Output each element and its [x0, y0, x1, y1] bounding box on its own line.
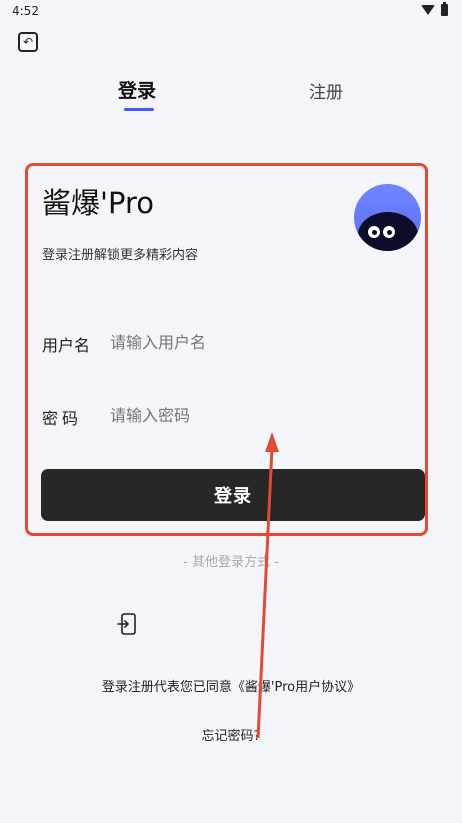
battery-icon	[441, 2, 448, 16]
back-icon[interactable]: ↶	[18, 32, 38, 52]
active-tab-indicator	[124, 108, 154, 111]
status-bar: 4:52	[0, 0, 462, 22]
login-subtitle: 登录注册解锁更多精彩内容	[42, 248, 199, 263]
password-input[interactable]	[108, 405, 392, 426]
wifi-icon	[421, 5, 435, 15]
screen: 4:52 ↶ 登录 注册 酱爆'Pro 登录注册解锁更多精彩内容 用户名 密码 …	[0, 0, 462, 823]
tab-register[interactable]: 注册	[309, 78, 343, 103]
other-login-label: - 其他登录方式 -	[183, 555, 279, 570]
avatar	[354, 184, 421, 251]
avatar-eye-left	[368, 226, 380, 238]
username-input[interactable]	[108, 332, 392, 353]
status-time: 4:52	[12, 4, 39, 18]
auth-tabs: 登录 注册	[0, 76, 462, 116]
login-card: 酱爆'Pro 登录注册解锁更多精彩内容 用户名 密码 登录	[25, 163, 428, 536]
agreement-link[interactable]: 登录注册代表您已同意《酱爆'Pro用户协议》	[0, 676, 462, 695]
password-label: 密码	[42, 409, 83, 428]
avatar-eye-right	[383, 226, 395, 238]
forgot-password-link[interactable]: 忘记密码?	[0, 725, 462, 744]
username-label: 用户名	[42, 336, 91, 355]
login-button[interactable]: 登录	[41, 469, 425, 521]
app-title: 酱爆'Pro	[42, 186, 154, 220]
tab-login[interactable]: 登录	[118, 76, 156, 103]
status-icons	[421, 2, 448, 16]
avatar-creature-icon	[358, 212, 418, 251]
phone-login-icon[interactable]	[117, 613, 137, 635]
